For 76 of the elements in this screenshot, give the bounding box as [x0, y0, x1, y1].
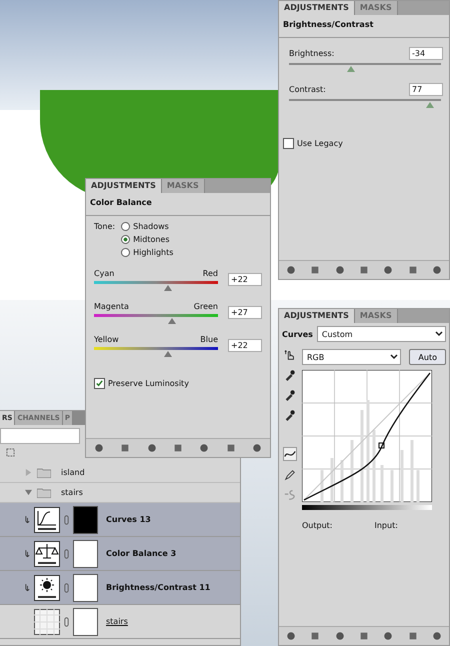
- eyedropper-icon[interactable]: [284, 369, 296, 381]
- layer-group-row[interactable]: island: [0, 463, 240, 483]
- slider-label: Yellow: [94, 335, 119, 344]
- clip-arrow-icon: [25, 583, 30, 592]
- eyedropper-icon[interactable]: [284, 409, 296, 421]
- output-label: Output:: [302, 521, 332, 530]
- hand-icon[interactable]: [284, 349, 296, 361]
- slider-label: Brightness:: [289, 49, 334, 58]
- layer-name: island: [61, 468, 85, 477]
- layer-row[interactable]: Color Balance 3: [0, 537, 240, 571]
- value-field[interactable]: 77: [409, 83, 443, 96]
- slider-thumb[interactable]: [426, 102, 434, 108]
- slider-thumb[interactable]: [164, 351, 172, 357]
- slider-label: Green: [194, 302, 218, 311]
- input-label: Input:: [374, 521, 398, 530]
- tone-label: Tone:: [94, 222, 116, 233]
- radio-button[interactable]: [121, 222, 130, 231]
- layer-name: stairs: [106, 617, 128, 626]
- slider-thumb[interactable]: [347, 66, 356, 72]
- auto-button[interactable]: Auto: [409, 349, 446, 365]
- checkbox[interactable]: [94, 378, 105, 389]
- folder-icon: [37, 467, 51, 478]
- layer-name: Color Balance 3: [106, 549, 176, 558]
- curve-graph[interactable]: [302, 370, 432, 502]
- chain-link-icon: [64, 514, 69, 524]
- slider-label: Blue: [200, 335, 218, 344]
- chain-link-icon: [64, 582, 69, 592]
- panel-tab[interactable]: ADJUSTMENTS: [279, 309, 355, 323]
- chain-link-icon: [64, 616, 69, 626]
- panel-title: Color Balance: [89, 197, 153, 209]
- scale-icon: [34, 540, 60, 566]
- checkbox-label: Preserve Luminosity: [108, 379, 189, 388]
- dropdown-caret-icon[interactable]: [435, 331, 443, 337]
- value-field[interactable]: +22: [228, 273, 262, 286]
- radio-label: Shadows: [133, 222, 169, 231]
- slider-label: Red: [202, 269, 218, 278]
- curve-tool-icon[interactable]: [283, 447, 297, 461]
- panel-tab[interactable]: ADJUSTMENTS: [86, 179, 162, 193]
- preset-dropdown[interactable]: Custom: [316, 326, 446, 342]
- chain-link-icon: [64, 548, 69, 558]
- pencil-icon[interactable]: [284, 469, 296, 481]
- checkbox-label: Use Legacy: [297, 139, 343, 148]
- folder-icon: [37, 487, 51, 498]
- panel-title: Curves: [282, 330, 313, 338]
- layer-row[interactable]: stairs: [0, 605, 240, 639]
- channel-dropdown[interactable]: RGB: [302, 349, 402, 365]
- eyedropper-icon[interactable]: [284, 389, 296, 401]
- value-field[interactable]: -34: [409, 47, 443, 60]
- panel-tab[interactable]: ADJUSTMENTS: [279, 1, 355, 15]
- slider-label: Cyan: [94, 269, 114, 278]
- layer-name: Curves 13: [106, 515, 151, 524]
- panel-title: Brightness/Contrast: [282, 19, 374, 31]
- lock-icon[interactable]: [6, 448, 15, 457]
- expand-triangle-icon[interactable]: [25, 489, 32, 496]
- transparency-thumbnail: [34, 608, 60, 634]
- slider-thumb[interactable]: [164, 285, 172, 291]
- checkbox[interactable]: [283, 138, 294, 149]
- clip-arrow-icon: [25, 549, 30, 558]
- blend-mode-field[interactable]: [0, 428, 80, 444]
- radio-button[interactable]: [121, 248, 130, 257]
- layer-name: Brightness/Contrast 11: [106, 583, 210, 592]
- dropdown-caret-icon[interactable]: [390, 354, 398, 360]
- slider-label: Contrast:: [289, 85, 326, 94]
- layer-row[interactable]: Curves 13: [0, 503, 240, 537]
- layer-row[interactable]: Brightness/Contrast 11: [0, 571, 240, 605]
- curves-icon: [34, 506, 60, 532]
- radio-label: Highlights: [133, 248, 174, 257]
- slider-thumb[interactable]: [168, 318, 176, 324]
- clip-arrow-icon: [25, 515, 30, 524]
- value-field[interactable]: +27: [228, 306, 262, 319]
- layer-name: stairs: [61, 488, 83, 497]
- value-field[interactable]: +22: [228, 339, 262, 352]
- sun-icon: [34, 574, 60, 600]
- radio-button[interactable]: [121, 235, 130, 244]
- radio-label: Midtones: [133, 235, 170, 244]
- slider-label: Magenta: [94, 302, 129, 311]
